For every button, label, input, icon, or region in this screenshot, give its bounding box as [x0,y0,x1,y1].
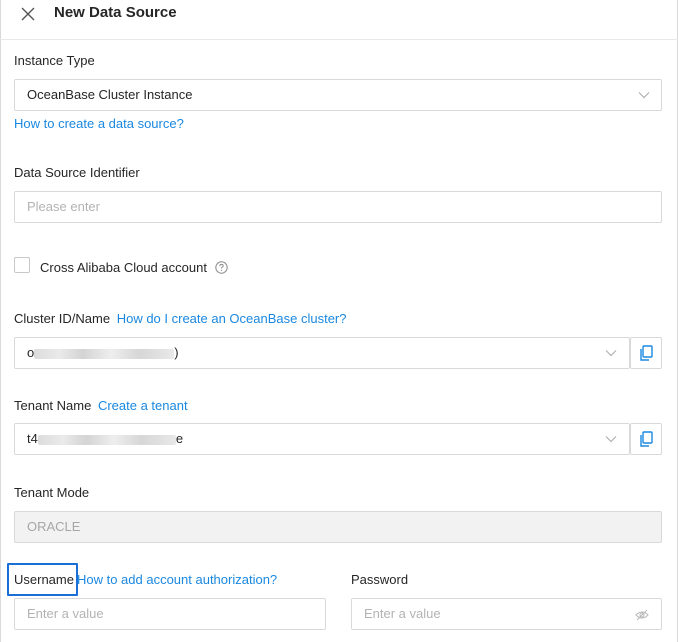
password-input[interactable]: Enter a value [351,598,662,630]
password-label: Password [351,572,409,587]
redacted-text [34,348,175,359]
tenant-mode-value: ORACLE [27,519,81,534]
tenant-mode-label: Tenant Mode [14,485,90,500]
cluster-label-text: Cluster ID/Name [14,311,111,326]
account-authorization-link[interactable]: How to add account authorization? [77,572,277,587]
instance-type-value: OceanBase Cluster Instance [27,87,193,102]
username-placeholder: Enter a value [27,606,104,621]
cluster-copy-button[interactable] [630,337,662,369]
create-cluster-link[interactable]: How do I create an OceanBase cluster? [117,311,347,326]
identifier-input[interactable]: Please enter [14,191,662,223]
cross-account-label: Cross Alibaba Cloud account [40,260,207,275]
chevron-down-icon [638,92,650,99]
tenant-copy-button[interactable] [630,423,662,455]
cross-account-checkbox[interactable] [14,257,30,273]
password-placeholder: Enter a value [364,606,441,621]
identifier-label: Data Source Identifier [14,165,140,180]
create-data-source-link[interactable]: How to create a data source? [14,115,184,133]
tenant-value-suffix: e [175,431,184,446]
dialog-title: New Data Source [54,4,177,21]
tenant-label: Tenant Name Create a tenant [14,397,188,415]
cluster-select[interactable]: o) [14,337,630,369]
chevron-down-icon [605,436,617,443]
cluster-label: Cluster ID/Name How do I create an Ocean… [14,310,347,328]
copy-icon [640,431,653,447]
close-button[interactable] [18,4,38,24]
redacted-text [37,434,176,445]
eye-hidden-icon[interactable] [635,608,649,622]
instance-type-label: Instance Type [14,53,95,68]
cluster-value-prefix: o [27,345,35,360]
question-icon[interactable] [215,261,228,274]
tenant-label-text: Tenant Name [14,398,92,413]
username-input[interactable]: Enter a value [14,598,326,630]
username-label-row: Username How to add account authorization… [14,571,277,589]
tenant-value-prefix: t4 [27,431,38,446]
cluster-value-suffix: ) [174,345,179,360]
copy-icon [640,345,653,361]
instance-type-select[interactable]: OceanBase Cluster Instance [14,79,662,111]
tenant-mode-field: ORACLE [14,511,662,543]
tenant-select[interactable]: t4 e [14,423,630,455]
username-label: Username [14,572,74,587]
dialog-header: New Data Source [0,0,678,40]
close-icon [21,7,35,21]
identifier-placeholder: Please enter [27,199,100,214]
create-tenant-link[interactable]: Create a tenant [98,398,188,413]
chevron-down-icon [605,350,617,357]
